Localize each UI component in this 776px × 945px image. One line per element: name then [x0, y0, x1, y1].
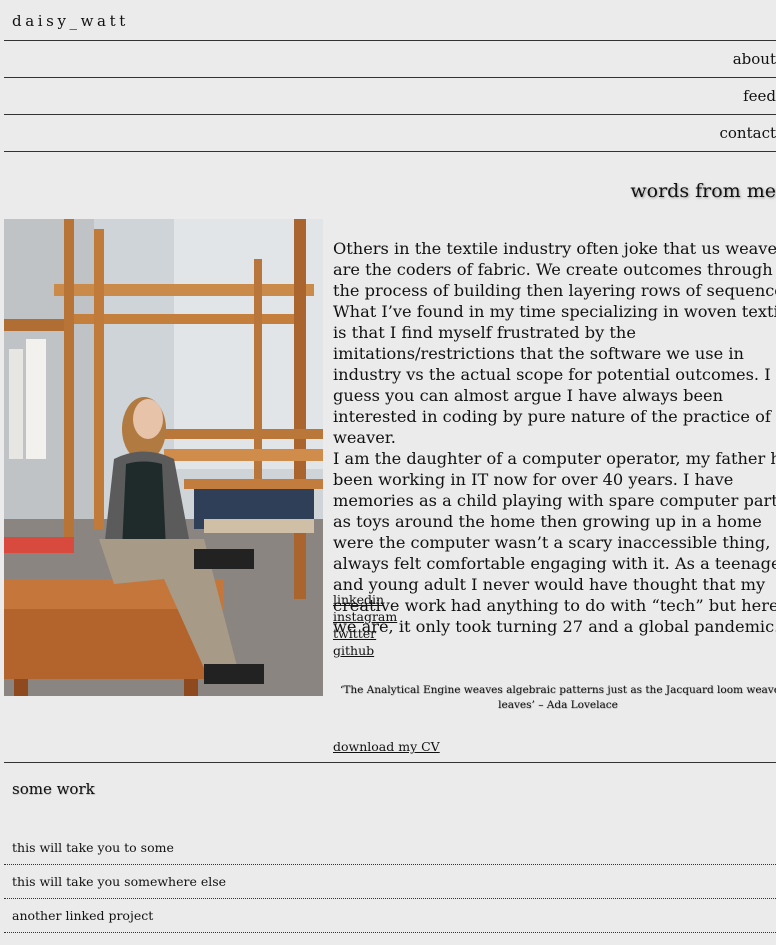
quote-line: leaves’ – Ada Lovelace	[498, 699, 618, 711]
nav-contact-link[interactable]: contact	[720, 124, 776, 142]
project-link[interactable]: another linked project	[12, 908, 153, 923]
quote-line: ‘The Analytical Engine weaves algebraic …	[340, 684, 776, 696]
bio-paragraph: Others in the textile industry often jok…	[333, 239, 776, 447]
nav-about-link[interactable]: about	[733, 50, 776, 68]
nav-divider	[4, 77, 776, 78]
nav-divider	[4, 151, 776, 152]
project-divider	[4, 898, 776, 899]
nav-divider	[4, 114, 776, 115]
project-divider	[4, 932, 776, 933]
project-divider	[4, 864, 776, 865]
section-title: words from me	[630, 180, 776, 202]
portrait-photo	[4, 219, 323, 696]
download-cv-link[interactable]: download my CV	[333, 739, 440, 754]
twitter-link[interactable]: twitter	[333, 625, 397, 642]
ada-lovelace-quote: ‘The Analytical Engine weaves algebraic …	[340, 683, 776, 713]
work-section-title: some work	[12, 780, 95, 798]
nav-divider	[4, 40, 776, 41]
site-brand[interactable]: daisy_watt	[12, 12, 129, 30]
linkedin-link[interactable]: linkedin	[333, 591, 397, 608]
bio-paragraph: I am the daughter of a computer operator…	[333, 449, 776, 636]
project-link[interactable]: this will take you somewhere else	[12, 874, 226, 889]
social-links: linkedin instagram twitter github	[333, 591, 397, 659]
instagram-link[interactable]: instagram	[333, 608, 397, 625]
bio-text: Others in the textile industry often jok…	[333, 238, 776, 637]
project-link[interactable]: this will take you to some	[12, 840, 174, 855]
nav-feed-link[interactable]: feed	[743, 87, 776, 105]
github-link[interactable]: github	[333, 642, 397, 659]
section-divider	[4, 762, 776, 763]
